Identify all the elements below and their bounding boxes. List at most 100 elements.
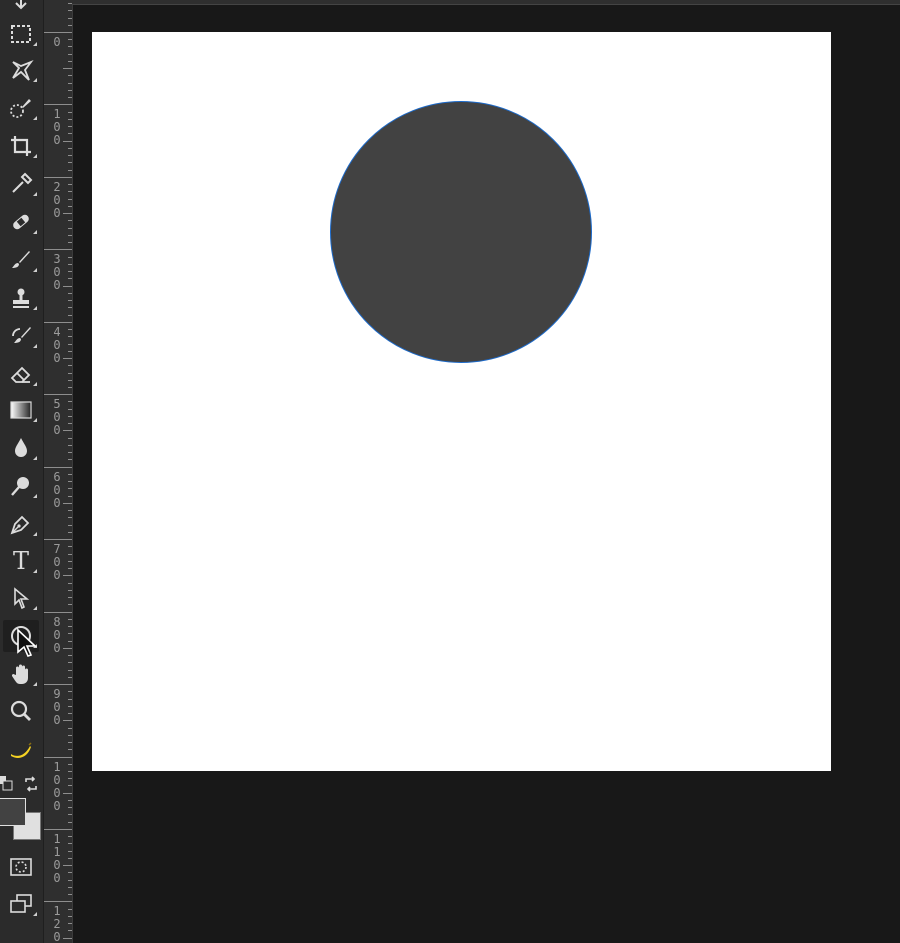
path-selection-tool[interactable] bbox=[3, 582, 39, 614]
swap-colors-icon[interactable] bbox=[23, 776, 39, 792]
ruler-tick bbox=[68, 18, 72, 19]
hand-tool[interactable] bbox=[3, 658, 39, 690]
submenu-triangle-icon bbox=[33, 306, 37, 310]
ruler-tick bbox=[68, 619, 72, 620]
submenu-triangle-icon bbox=[33, 682, 37, 686]
submenu-triangle-icon bbox=[33, 569, 37, 573]
screen-mode-button[interactable] bbox=[3, 888, 39, 920]
ruler-tick bbox=[63, 358, 72, 359]
eraser-tool[interactable] bbox=[3, 358, 39, 390]
ruler-tick bbox=[68, 510, 72, 511]
history-brush-tool[interactable] bbox=[3, 320, 39, 352]
ruler-tick bbox=[63, 430, 72, 431]
ruler-tick bbox=[68, 148, 72, 149]
ruler-tick bbox=[68, 561, 72, 562]
marquee-icon bbox=[11, 25, 31, 43]
ruler-tick bbox=[68, 459, 72, 460]
ruler-tick bbox=[68, 670, 72, 671]
ruler-tick bbox=[68, 401, 72, 402]
stamp-icon bbox=[13, 288, 29, 308]
ruler-tick bbox=[68, 764, 72, 765]
blur-tool[interactable] bbox=[3, 432, 39, 464]
bandage-icon bbox=[13, 214, 29, 230]
move-tool[interactable] bbox=[3, 0, 39, 18]
ruler-tick bbox=[68, 843, 72, 844]
banana-tool[interactable] bbox=[3, 733, 39, 765]
ruler-tick bbox=[68, 807, 72, 808]
ruler-label: 9 0 0 bbox=[53, 687, 61, 727]
ruler-tick bbox=[68, 39, 72, 40]
ruler-tick bbox=[68, 10, 72, 11]
ruler-tick bbox=[68, 206, 72, 207]
default-colors-icon[interactable] bbox=[0, 776, 14, 792]
brush-tool[interactable] bbox=[3, 244, 39, 276]
ruler-tick bbox=[68, 162, 72, 163]
type-icon: T bbox=[12, 547, 29, 575]
submenu-triangle-icon bbox=[33, 268, 37, 272]
ruler-tick bbox=[44, 684, 72, 685]
ruler-tick bbox=[68, 242, 72, 243]
eyedropper-icon bbox=[12, 172, 33, 193]
ruler-tick bbox=[68, 481, 72, 482]
ruler-tick bbox=[68, 365, 72, 366]
ruler-tick bbox=[68, 706, 72, 707]
pen-tool[interactable] bbox=[3, 508, 39, 540]
gradient-tool[interactable] bbox=[3, 394, 39, 426]
ruler-tick bbox=[68, 916, 72, 917]
ruler-tick bbox=[68, 228, 72, 229]
gradient-icon bbox=[10, 401, 32, 419]
ruler-tick bbox=[44, 104, 72, 105]
tools-panel: T bbox=[0, 0, 44, 943]
lasso-tool[interactable] bbox=[3, 54, 39, 86]
eyedropper-tool[interactable] bbox=[3, 168, 39, 200]
submenu-triangle-icon bbox=[33, 192, 37, 196]
type-tool[interactable]: T bbox=[3, 545, 39, 577]
lasso-icon bbox=[12, 59, 34, 81]
dodge-tool[interactable] bbox=[3, 470, 39, 502]
ruler-tick bbox=[68, 61, 72, 62]
zoom-tool[interactable] bbox=[3, 695, 39, 727]
ruler-tick bbox=[68, 894, 72, 895]
ruler-tick bbox=[68, 90, 72, 91]
color-swatches bbox=[0, 774, 43, 844]
ruler-tick bbox=[68, 583, 72, 584]
history-brush-icon bbox=[12, 327, 31, 343]
crop-tool[interactable] bbox=[3, 130, 39, 162]
submenu-triangle-icon bbox=[33, 912, 37, 916]
ruler-tick bbox=[63, 720, 72, 721]
ruler-tick bbox=[68, 785, 72, 786]
ruler-tick bbox=[68, 409, 72, 410]
ellipse-shape[interactable] bbox=[330, 101, 592, 363]
ruler-tick bbox=[44, 757, 72, 758]
ruler-tick bbox=[68, 300, 72, 301]
submenu-triangle-icon bbox=[33, 78, 37, 82]
quick-mask-button[interactable] bbox=[3, 851, 39, 883]
ruler-tick bbox=[63, 68, 72, 69]
submenu-triangle-icon bbox=[33, 116, 37, 120]
ruler-tick bbox=[68, 271, 72, 272]
ruler-tick bbox=[68, 641, 72, 642]
submenu-triangle-icon bbox=[33, 382, 37, 386]
ruler-label: 8 0 0 bbox=[53, 615, 61, 655]
ruler-tick bbox=[68, 46, 72, 47]
ruler-tick bbox=[68, 909, 72, 910]
clone-stamp-tool[interactable] bbox=[3, 282, 39, 314]
quick-selection-tool[interactable] bbox=[3, 92, 39, 124]
vertical-ruler[interactable]: 0 1 0 0 2 0 0 3 0 0 4 0 0 5 0 0 6 0 0 7 0 0 8 0 … bbox=[44, 0, 73, 943]
ruler-tick bbox=[68, 800, 72, 801]
foreground-color-swatch[interactable] bbox=[0, 798, 26, 826]
ruler-label: 2 0 0 bbox=[53, 180, 61, 220]
ruler-tick bbox=[68, 199, 72, 200]
submenu-triangle-icon bbox=[33, 494, 37, 498]
ruler-tick bbox=[68, 220, 72, 221]
ruler-tick bbox=[68, 880, 72, 881]
submenu-triangle-icon bbox=[33, 344, 37, 348]
rectangular-marquee-tool[interactable] bbox=[3, 18, 39, 50]
submenu-triangle-icon bbox=[33, 418, 37, 422]
ruler-tick bbox=[68, 532, 72, 533]
healing-brush-tool[interactable] bbox=[3, 206, 39, 238]
canvas[interactable] bbox=[92, 32, 831, 771]
ruler-label: 1 0 0 bbox=[53, 107, 61, 147]
ruler-tick bbox=[44, 901, 72, 902]
ruler-tick bbox=[68, 728, 72, 729]
